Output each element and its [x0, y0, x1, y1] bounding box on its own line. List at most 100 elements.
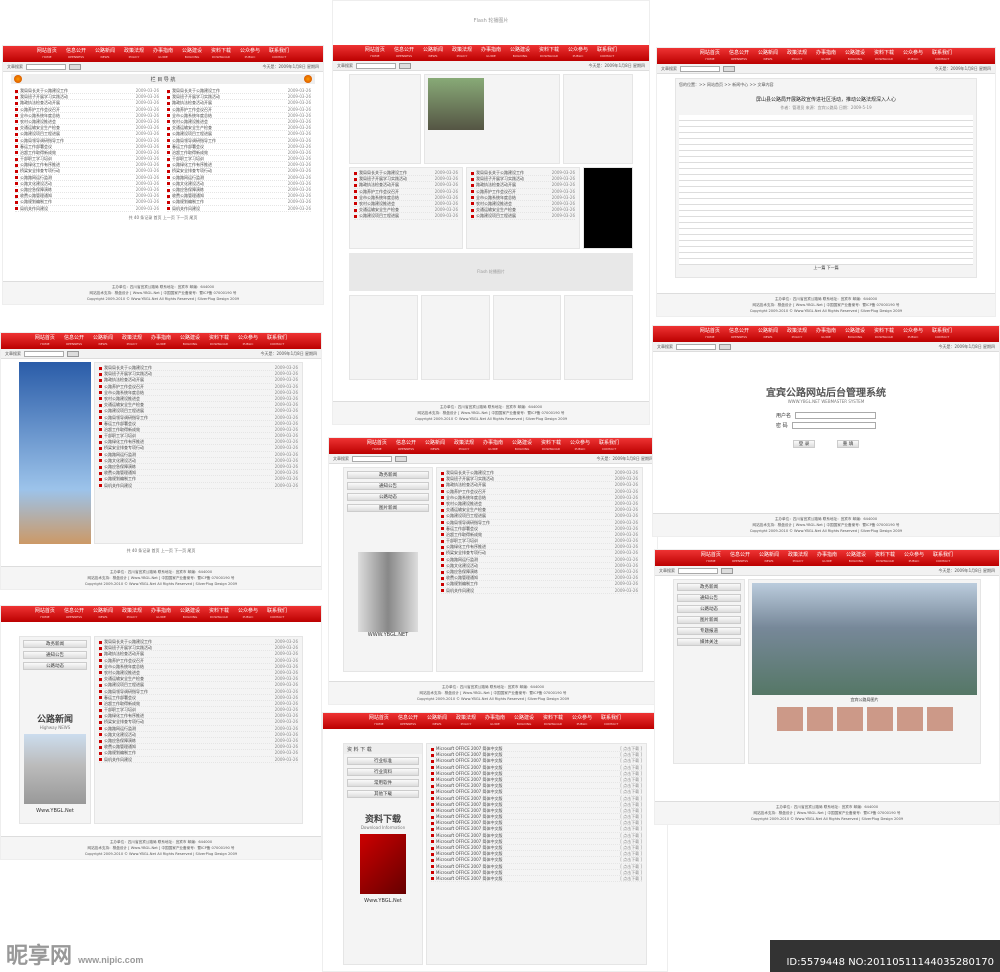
nav-item[interactable]: 办事指南 GUIDE [150, 48, 176, 62]
side-menu-item[interactable]: 通知公告 [677, 594, 741, 602]
nav-item[interactable]: 公众参与 PUBLIC [569, 715, 595, 729]
nav-item[interactable]: 公众参与 PUBLIC [235, 335, 261, 349]
side-menu-item[interactable]: 专题报道 [677, 627, 741, 635]
thumb[interactable] [896, 707, 923, 731]
thumb[interactable] [836, 707, 863, 731]
nav-item[interactable]: 网站首页 HOME [32, 335, 58, 349]
nav-item[interactable]: 资料下载 DOWNLOAD [206, 335, 232, 349]
nav-item[interactable]: 政策法规 POLICY [784, 328, 810, 342]
nav-item[interactable]: 联系我们 CONTACT [594, 47, 620, 61]
username-input[interactable] [795, 412, 876, 419]
nav-item[interactable]: 办事指南 GUIDE [814, 552, 840, 566]
nav-item[interactable]: 网站首页 HOME [364, 440, 390, 454]
search-input[interactable] [26, 63, 66, 70]
nav-item[interactable]: 联系我们 CONTACT [264, 335, 290, 349]
nav-item[interactable]: 联系我们 CONTACT [598, 715, 624, 729]
side-menu-item[interactable]: 媒体关注 [677, 638, 741, 646]
search-input[interactable] [680, 65, 720, 72]
nav-item[interactable]: 联系我们 CONTACT [266, 48, 292, 62]
nav-item[interactable]: 公路新闻 NEWS [90, 608, 116, 622]
side-menu-item[interactable]: 公路动态 [23, 662, 87, 670]
list-item[interactable]: 局机关作风建设 2009-03-26 [441, 588, 638, 594]
nav-item[interactable]: 公路新闻 NEWS [420, 47, 446, 61]
nav-item[interactable]: 信息公开 OPENNESS [391, 47, 417, 61]
nav-item[interactable]: 信息公开 OPENNESS [61, 608, 87, 622]
nav-item[interactable]: 资料下载 DOWNLOAD [208, 48, 234, 62]
pager[interactable]: 共 40 条记录 首页 上一页 下一页 尾页 [3, 214, 323, 222]
nav-item[interactable]: 办事指南 GUIDE [482, 715, 508, 729]
nav-item[interactable]: 公众参与 PUBLIC [235, 608, 261, 622]
nav-item[interactable]: 办事指南 GUIDE [148, 608, 174, 622]
nav-item[interactable]: 联系我们 CONTACT [929, 328, 955, 342]
nav-item[interactable]: 资料下载 DOWNLOAD [538, 440, 564, 454]
thumb[interactable] [866, 707, 893, 731]
nav-item[interactable]: 办事指南 GUIDE [813, 50, 839, 64]
side-menu-item[interactable]: 政务新闻 [677, 583, 741, 591]
nav-item[interactable]: 公路建设 BUILDING [509, 440, 535, 454]
article-pager[interactable]: 上一篇 下一篇 [679, 265, 973, 271]
side-menu-item[interactable]: 图片新闻 [347, 504, 429, 512]
nav-item[interactable]: 网站首页 HOME [366, 715, 392, 729]
nav-item[interactable]: 公众参与 PUBLIC [900, 50, 926, 64]
side-menu-item[interactable]: 政务新闻 [23, 640, 87, 648]
search-button[interactable] [719, 343, 731, 350]
side-menu-item[interactable]: 行业资料 [347, 768, 419, 776]
list-item[interactable]: Microsoft OFFICE 2007 简体中文版 [ 点击下载 ] [431, 876, 642, 883]
search-input[interactable] [676, 343, 716, 350]
search-button[interactable] [67, 350, 79, 357]
side-menu-item[interactable]: 通知公告 [23, 651, 87, 659]
nav-item[interactable]: 公路建设 BUILDING [179, 48, 205, 62]
search-input[interactable] [352, 455, 392, 462]
nav-item[interactable]: 公路新闻 NEWS [90, 335, 116, 349]
nav-item[interactable]: 公众参与 PUBLIC [237, 48, 263, 62]
nav-item[interactable]: 网站首页 HOME [697, 50, 723, 64]
nav-item[interactable]: 政策法规 POLICY [451, 440, 477, 454]
nav-item[interactable]: 信息公开 OPENNESS [727, 552, 753, 566]
login-button[interactable]: 登 录 [793, 440, 815, 448]
nav-item[interactable]: 联系我们 CONTACT [264, 608, 290, 622]
nav-item[interactable]: 网站首页 HOME [362, 47, 388, 61]
nav-item[interactable]: 办事指南 GUIDE [148, 335, 174, 349]
nav-item[interactable]: 政策法规 POLICY [121, 48, 147, 62]
nav-item[interactable]: 公众参与 PUBLIC [567, 440, 593, 454]
list-item[interactable]: 局机关作风建设 2009-03-26 [99, 757, 298, 763]
search-button[interactable] [399, 62, 411, 69]
nav-item[interactable]: 信息公开 OPENNESS [395, 715, 421, 729]
nav-item[interactable]: 公众参与 PUBLIC [565, 47, 591, 61]
nav-item[interactable]: 信息公开 OPENNESS [393, 440, 419, 454]
nav-item[interactable]: 公路建设 BUILDING [843, 552, 869, 566]
nav-item[interactable]: 公路新闻 NEWS [92, 48, 118, 62]
nav-item[interactable]: 公路建设 BUILDING [511, 715, 537, 729]
thumb[interactable] [806, 707, 833, 731]
search-input[interactable] [678, 567, 718, 574]
search-button[interactable] [395, 455, 407, 462]
side-menu-item[interactable]: 通知公告 [347, 482, 429, 490]
nav-item[interactable]: 资料下载 DOWNLOAD [871, 50, 897, 64]
nav-item[interactable]: 资料下载 DOWNLOAD [872, 552, 898, 566]
nav-item[interactable]: 公路建设 BUILDING [177, 335, 203, 349]
nav-item[interactable]: 信息公开 OPENNESS [63, 48, 89, 62]
nav-item[interactable]: 办事指南 GUIDE [813, 328, 839, 342]
side-menu-item[interactable]: 行业标准 [347, 757, 419, 765]
nav-item[interactable]: 网站首页 HOME [697, 328, 723, 342]
nav-item[interactable]: 政策法规 POLICY [784, 50, 810, 64]
nav-item[interactable]: 联系我们 CONTACT [929, 50, 955, 64]
nav-item[interactable]: 公路新闻 NEWS [424, 715, 450, 729]
pager[interactable]: 共 40 条记录 首页 上一页 下一页 尾页 [1, 547, 321, 555]
nav-item[interactable]: 资料下载 DOWNLOAD [536, 47, 562, 61]
reset-button[interactable]: 重 填 [837, 440, 859, 448]
password-input[interactable] [791, 422, 876, 429]
list-item[interactable]: 局机关作风建设 2009-03-26 [15, 206, 159, 212]
video-player[interactable] [583, 167, 633, 249]
side-menu-item[interactable]: 政务新闻 [347, 471, 429, 479]
search-input[interactable] [356, 62, 396, 69]
search-button[interactable] [721, 567, 733, 574]
side-menu-item[interactable]: 公路动态 [347, 493, 429, 501]
thumb[interactable] [776, 707, 803, 731]
nav-item[interactable]: 公路新闻 NEWS [756, 552, 782, 566]
nav-item[interactable]: 联系我们 CONTACT [930, 552, 956, 566]
thumb[interactable] [926, 707, 953, 731]
nav-item[interactable]: 资料下载 DOWNLOAD [871, 328, 897, 342]
nav-item[interactable]: 公众参与 PUBLIC [900, 328, 926, 342]
list-item[interactable]: 公路建设项目工程进展 2009-03-26 [471, 213, 575, 220]
